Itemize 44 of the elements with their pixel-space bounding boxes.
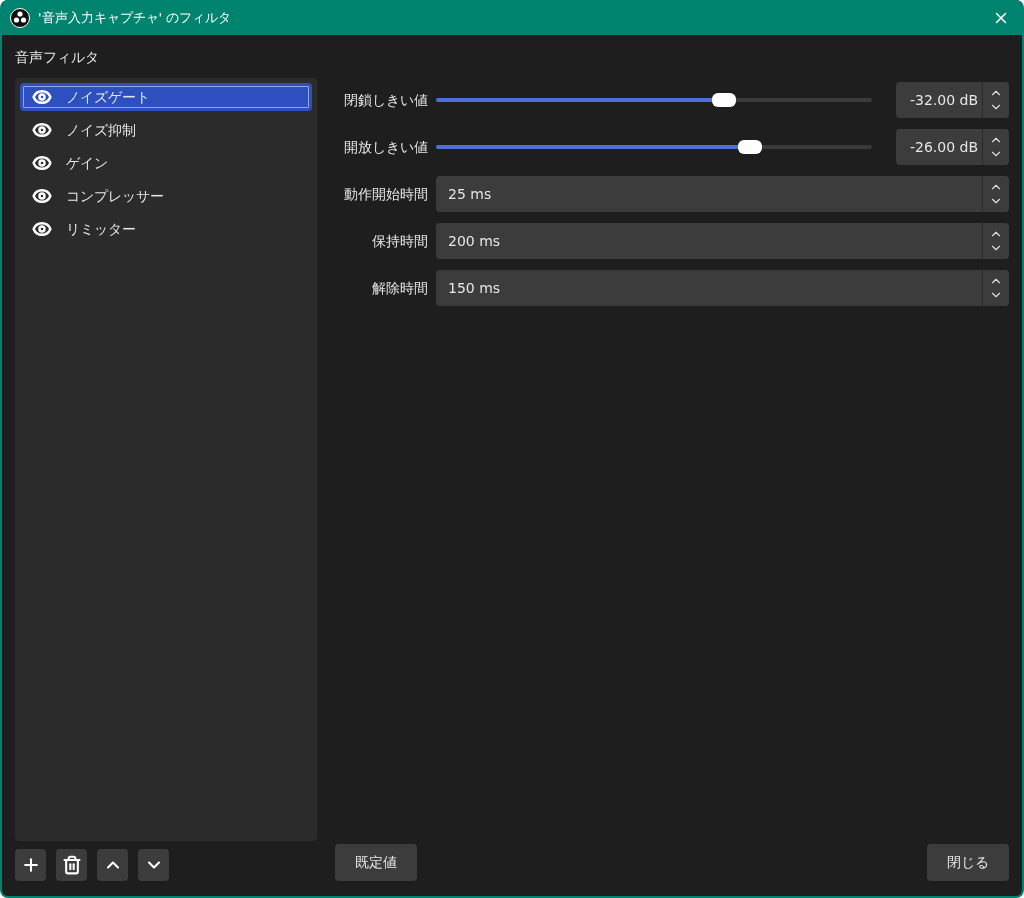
property-label: 開放しきい値 <box>343 137 428 157</box>
filter-item[interactable]: ゲイン <box>20 149 312 177</box>
filter-item[interactable]: コンプレッサー <box>20 182 312 210</box>
eye-icon[interactable] <box>32 87 52 107</box>
filter-name: リミッター <box>66 219 136 239</box>
field-value: 200 ms <box>447 231 502 251</box>
property-label: 保持時間 <box>371 231 428 251</box>
spin-field[interactable]: -32.00 dB <box>896 82 1009 118</box>
spin-field[interactable]: 200 ms <box>436 223 1009 259</box>
slider[interactable] <box>436 140 872 154</box>
close-button[interactable]: 閉じる <box>927 844 1009 881</box>
field-value: -26.00 dB <box>908 137 979 157</box>
defaults-button[interactable]: 既定値 <box>335 844 417 881</box>
filter-name: コンプレッサー <box>66 186 164 206</box>
toolbar-button[interactable] <box>56 849 87 881</box>
field-value: -32.00 dB <box>908 90 979 110</box>
toolbar-button[interactable] <box>15 849 46 881</box>
toolbar-button[interactable] <box>138 849 169 881</box>
property-label: 解除時間 <box>371 278 428 298</box>
filter-name: ノイズ抑制 <box>66 120 136 140</box>
window-title: '音声入力キャプチャ' のフィルタ <box>38 8 233 27</box>
trash-icon <box>61 855 82 875</box>
filter-name: ゲイン <box>66 153 108 173</box>
slider-thumb[interactable] <box>711 93 736 107</box>
field-value: 25 ms <box>447 184 493 204</box>
spin-field[interactable]: -26.00 dB <box>896 129 1009 165</box>
eye-icon[interactable] <box>32 219 52 239</box>
filter-item[interactable]: リミッター <box>20 215 312 243</box>
spin-field[interactable]: 25 ms <box>436 176 1009 212</box>
slider[interactable] <box>436 93 872 107</box>
filter-item[interactable]: ノイズ抑制 <box>20 116 312 144</box>
app-logo-icon <box>10 7 30 28</box>
filter-item[interactable]: ノイズゲート <box>20 83 312 111</box>
property-label: 動作開始時間 <box>343 184 428 204</box>
eye-icon[interactable] <box>32 120 52 140</box>
toolbar-button[interactable] <box>97 849 128 881</box>
spin-field[interactable]: 150 ms <box>436 270 1009 306</box>
property-label: 閉鎖しきい値 <box>343 90 428 110</box>
slider-thumb[interactable] <box>737 140 762 154</box>
filter-name: ノイズゲート <box>66 87 150 107</box>
eye-icon[interactable] <box>32 186 52 206</box>
field-value: 150 ms <box>447 278 502 298</box>
eye-icon[interactable] <box>32 153 52 173</box>
section-label: 音声フィルタ <box>15 48 100 67</box>
